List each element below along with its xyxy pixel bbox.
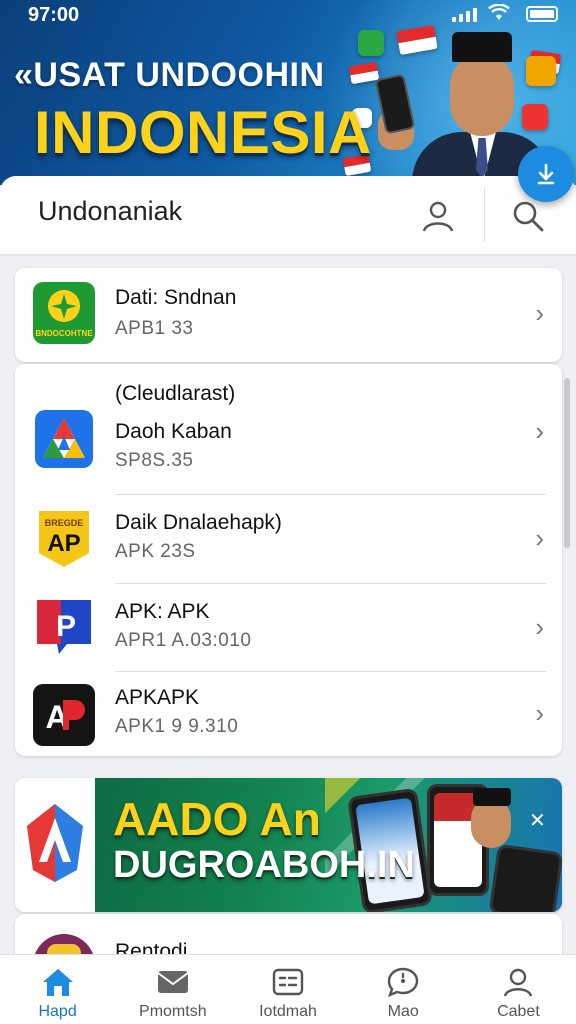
nav-item-list[interactable]: Iotdmah [230, 955, 345, 1024]
promo-banner[interactable]: AADO An DUGROABOH.IN ✕ [15, 778, 562, 912]
list-item[interactable]: BNDOCOHTNE Dati: Sndnan APB1 33 › [15, 268, 562, 362]
bottom-navigation: Hapd Pmomtsh Iotdmah Mao Cabet [0, 954, 576, 1024]
app-name: APK: APK [115, 600, 210, 623]
nav-label: Cabet [497, 1003, 540, 1020]
chevron-right-icon: › [535, 298, 544, 328]
user-icon [422, 201, 454, 232]
app-version: APK 23S [115, 541, 196, 562]
account-button[interactable] [418, 196, 458, 236]
promo-subheadline: DUGROABOH.IN [113, 844, 415, 886]
chevron-right-icon: › [535, 698, 544, 728]
app-version: APR1 A.03:010 [115, 630, 252, 651]
app-version: SP8S.35 [115, 450, 194, 471]
mail-icon [156, 965, 190, 999]
app-name: Daik Dnalaehapk) [115, 511, 282, 534]
chevron-right-icon: › [535, 523, 544, 553]
svg-text:P: P [56, 610, 76, 643]
battery-icon [526, 6, 558, 22]
app-icon: BNDOCOHTNE [33, 282, 95, 344]
ap-dark-icon: A [33, 684, 95, 746]
nav-label: Mao [387, 1003, 419, 1020]
close-icon[interactable]: ✕ [529, 808, 546, 833]
app-card: BNDOCOHTNE Dati: Sndnan APB1 33 › [15, 268, 562, 362]
download-fab-button[interactable] [518, 146, 574, 202]
list-item[interactable]: P APK: APK APR1 A.03:010 › [15, 584, 562, 672]
list-item[interactable]: (Cleudlarast) Daoh Kaban SP8S.35 › [15, 364, 562, 495]
chevron-right-icon: › [535, 612, 544, 642]
wifi-icon [488, 3, 510, 27]
hero-title-line2: INDONESIA [34, 99, 372, 166]
play-store-like-icon [33, 408, 95, 470]
hero-banner: 97:00 «USAT UNDOOHIN INDONESIA [0, 0, 576, 185]
app-name: Daoh Kaban [115, 420, 232, 443]
download-icon [537, 163, 555, 185]
promo-logo [15, 778, 95, 912]
app-icon: BREGDE AP [33, 507, 95, 569]
chat-icon [386, 965, 420, 999]
search-button[interactable] [508, 196, 548, 236]
scrollbar[interactable] [564, 378, 570, 548]
nav-item-profile[interactable]: Cabet [461, 955, 576, 1024]
home-icon [41, 965, 75, 999]
nav-label: Hapd [38, 1003, 77, 1020]
app-store-logo-icon [27, 804, 83, 882]
app-name: Dati: Sndnan [115, 286, 237, 309]
app-icon-text: BNDOCOHTNE [35, 329, 93, 338]
app-header: Undonaniak [0, 176, 576, 254]
nav-item-home[interactable]: Hapd [0, 955, 115, 1024]
nav-item-chat[interactable]: Mao [346, 955, 461, 1024]
header-divider [484, 188, 485, 242]
promo-headline: AADO An [113, 793, 321, 845]
list-item[interactable]: A APKAPK APK1 9 9.310 › [15, 672, 562, 756]
app-card: (Cleudlarast) Daoh Kaban SP8S.35 › BREGD… [15, 364, 562, 756]
apk-p-icon: P [33, 596, 95, 658]
promo-person-cap [473, 788, 511, 806]
hero-title-line1: «USAT UNDOOHIN [14, 56, 325, 94]
profile-icon [501, 965, 535, 999]
search-icon [513, 201, 544, 232]
nav-label: Iotdmah [259, 1003, 317, 1020]
section-label: (Cleudlarast) [115, 382, 236, 405]
list-item[interactable]: BREGDE AP Daik Dnalaehapk) APK 23S › [15, 495, 562, 584]
svg-text:AP: AP [47, 530, 80, 557]
app-version: APB1 33 [115, 318, 194, 339]
phone-image [488, 843, 562, 912]
nav-label: Pmomtsh [139, 1003, 207, 1020]
app-version: APK1 9 9.310 [115, 716, 239, 737]
nav-item-messages[interactable]: Pmomtsh [115, 955, 230, 1024]
status-time: 97:00 [28, 4, 80, 26]
signal-icon [452, 8, 477, 22]
page-title: Undonaniak [38, 196, 183, 226]
svg-text:BREGDE: BREGDE [45, 518, 84, 528]
chevron-right-icon: › [535, 416, 544, 446]
list-icon [271, 965, 305, 999]
app-name: APKAPK [115, 686, 200, 709]
